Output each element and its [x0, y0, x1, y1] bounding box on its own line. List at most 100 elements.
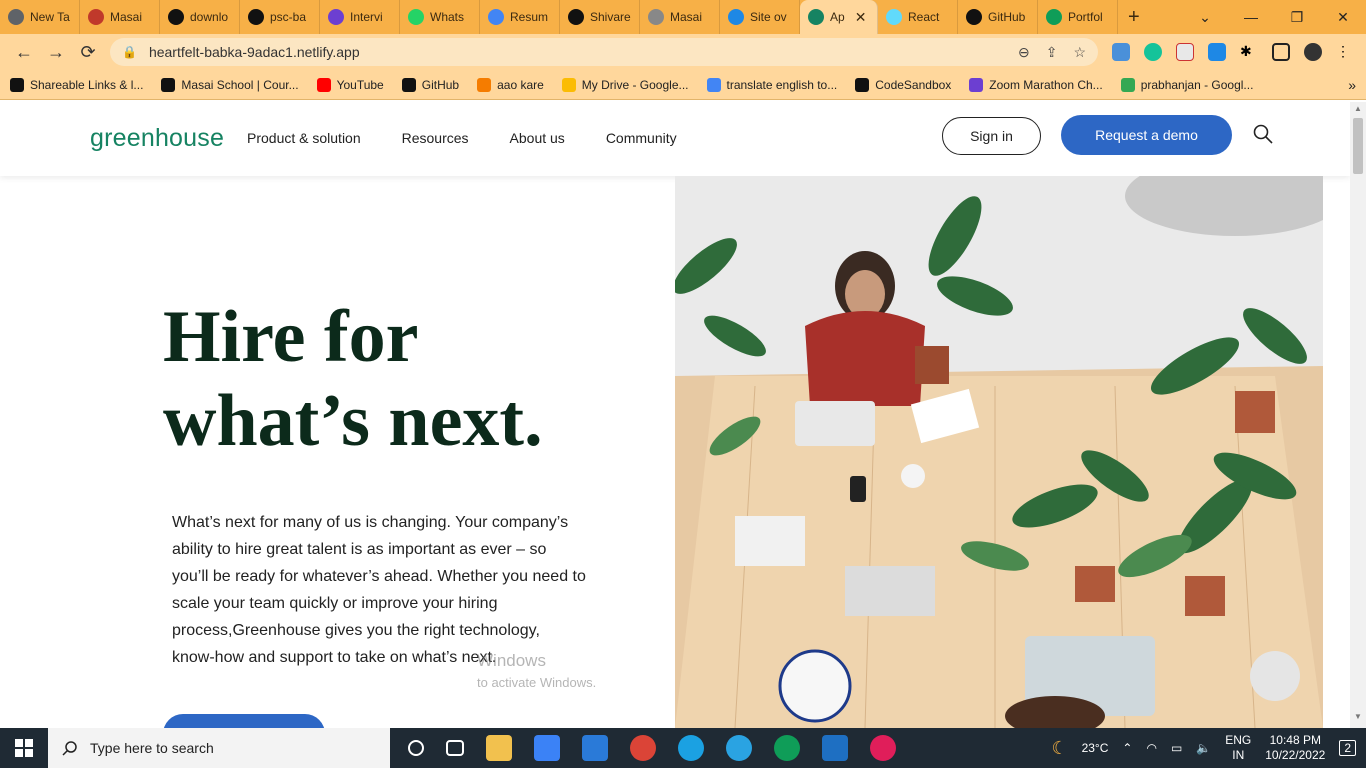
tab-label: Masai	[670, 10, 703, 24]
bookmark-item[interactable]: Masai School | Cour...	[161, 77, 299, 92]
microsoft-store-icon[interactable]	[534, 735, 560, 761]
reload-button[interactable]: ⟳	[72, 42, 104, 63]
scroll-down-arrow-icon[interactable]: ▼	[1354, 712, 1362, 721]
tab-favicon-icon	[88, 9, 104, 25]
mail-icon[interactable]	[582, 735, 608, 761]
tab-label: psc-ba	[270, 10, 307, 24]
zoom-icon[interactable]: ⊖	[1018, 44, 1030, 61]
notifications-badge[interactable]: 2	[1339, 740, 1356, 756]
main-nav: Product & solution Resources About us Co…	[247, 130, 677, 146]
browser-tab[interactable]: GitHub	[958, 0, 1038, 34]
search-icon[interactable]	[1253, 124, 1273, 144]
scroll-thumb[interactable]	[1353, 118, 1363, 174]
nav-community[interactable]: Community	[606, 130, 677, 146]
more-bookmarks-chevron-icon[interactable]: »	[1348, 77, 1356, 93]
tab-label: GitHub	[988, 10, 1026, 24]
url-bar[interactable]: 🔒 heartfelt-babka-9adac1.netlify.app ⊖ ⇪…	[110, 38, 1098, 66]
forward-button[interactable]: →	[40, 42, 72, 63]
browser-tab[interactable]: Site ov	[720, 0, 800, 34]
tray-chevron-icon[interactable]: ⌃	[1122, 741, 1132, 755]
browser-tab[interactable]: Masai	[640, 0, 720, 34]
new-tab-button[interactable]: +	[1118, 6, 1150, 29]
battery-icon[interactable]: ▭	[1171, 741, 1182, 755]
browser-tab[interactable]: Intervi	[320, 0, 400, 34]
vscode-icon[interactable]	[822, 735, 848, 761]
browser-tab[interactable]: Portfol	[1038, 0, 1118, 34]
browser-tab[interactable]: React	[878, 0, 958, 34]
browser-tab[interactable]: psc-ba	[240, 0, 320, 34]
page-scrollbar[interactable]: ▲ ▼	[1350, 102, 1366, 728]
bookmark-item[interactable]: My Drive - Google...	[561, 77, 689, 92]
nav-product-solution[interactable]: Product & solution	[247, 130, 361, 146]
taskbar-search-icon	[62, 741, 77, 756]
browser-tab[interactable]: Shivare	[560, 0, 640, 34]
extensions-area: ✱ ⋮	[1112, 43, 1354, 61]
restore-button[interactable]: ❐	[1274, 9, 1320, 26]
tab-label: Whats	[430, 10, 465, 24]
browser-tab[interactable]: New Ta	[0, 0, 80, 34]
side-panel-icon[interactable]	[1272, 43, 1290, 61]
tab-close-icon[interactable]: ✕	[855, 9, 867, 26]
telegram-icon[interactable]	[726, 735, 752, 761]
file-explorer-icon[interactable]	[486, 735, 512, 761]
bookmark-item[interactable]: aao kare	[477, 77, 544, 92]
browser-tab[interactable]: Ap ✕	[800, 0, 878, 34]
back-button[interactable]: ←	[8, 42, 40, 63]
tab-search-chevron-icon[interactable]: ⌄	[1182, 9, 1228, 26]
hero-cta-button[interactable]	[163, 714, 325, 728]
bookmark-label: Shareable Links & l...	[30, 77, 144, 92]
extension-sync-icon[interactable]	[1112, 43, 1130, 61]
clock-date: 10/22/2022	[1265, 748, 1326, 762]
tab-favicon-icon	[328, 9, 344, 25]
browser-tab[interactable]: Masai	[80, 0, 160, 34]
bookmark-label: translate english to...	[726, 77, 838, 92]
bookmark-star-icon[interactable]: ☆	[1073, 44, 1086, 61]
extension-d-icon[interactable]	[1208, 43, 1226, 61]
edge-icon[interactable]	[678, 735, 704, 761]
close-window-button[interactable]: ✕	[1320, 9, 1366, 26]
cortana-icon[interactable]	[408, 740, 424, 756]
minimize-button[interactable]: —	[1228, 9, 1274, 26]
windows-start-button[interactable]	[0, 728, 48, 768]
slack-icon[interactable]	[870, 735, 896, 761]
extension-page-icon[interactable]	[1176, 43, 1194, 61]
bookmark-item[interactable]: GitHub	[401, 77, 460, 92]
bookmark-item[interactable]: Zoom Marathon Ch...	[969, 77, 1103, 92]
tab-label: downlo	[190, 10, 229, 24]
bookmark-favicon-icon	[855, 77, 870, 92]
bookmark-item[interactable]: prabhanjan - Googl...	[1120, 77, 1253, 92]
lock-icon[interactable]: 🔒	[122, 45, 137, 59]
bookmark-label: GitHub	[421, 77, 460, 92]
hero-description: What’s next for many of us is changing. …	[172, 514, 586, 666]
puzzle-extensions-icon[interactable]: ✱	[1240, 43, 1258, 61]
greenhouse-logo[interactable]: greenhouse	[90, 124, 224, 153]
language-indicator[interactable]: ENG IN	[1225, 733, 1251, 763]
temperature[interactable]: 23°C	[1082, 741, 1109, 755]
weather-moon-icon[interactable]: ☾	[1051, 738, 1067, 759]
share-icon[interactable]: ⇪	[1046, 44, 1058, 61]
tab-label: Ap	[830, 10, 845, 24]
nav-resources[interactable]: Resources	[402, 130, 469, 146]
task-view-icon[interactable]	[446, 740, 464, 756]
wifi-icon[interactable]: ◠	[1146, 741, 1156, 755]
sign-in-button[interactable]: Sign in	[942, 117, 1041, 155]
volume-icon[interactable]: 🔈	[1196, 741, 1211, 755]
bookmark-item[interactable]: Shareable Links & l...	[10, 77, 144, 92]
chrome-profile-icon[interactable]	[774, 735, 800, 761]
scroll-up-arrow-icon[interactable]: ▲	[1354, 104, 1362, 113]
bookmark-item[interactable]: YouTube	[316, 77, 384, 92]
tab-favicon-icon	[808, 9, 824, 25]
taskbar-search-box[interactable]: Type here to search	[48, 728, 390, 768]
chrome-menu-icon[interactable]: ⋮	[1336, 43, 1354, 61]
request-demo-button[interactable]: Request a demo	[1061, 115, 1232, 155]
browser-tab[interactable]: Resum	[480, 0, 560, 34]
bookmark-item[interactable]: CodeSandbox	[855, 77, 951, 92]
profile-avatar[interactable]	[1304, 43, 1322, 61]
chrome-taskbar-icon[interactable]	[630, 735, 656, 761]
browser-tab[interactable]: Whats	[400, 0, 480, 34]
bookmark-item[interactable]: translate english to...	[706, 77, 838, 92]
browser-tab[interactable]: downlo	[160, 0, 240, 34]
grammarly-icon[interactable]	[1144, 43, 1162, 61]
clock[interactable]: 10:48 PM 10/22/2022	[1265, 733, 1325, 763]
nav-about-us[interactable]: About us	[510, 130, 565, 146]
